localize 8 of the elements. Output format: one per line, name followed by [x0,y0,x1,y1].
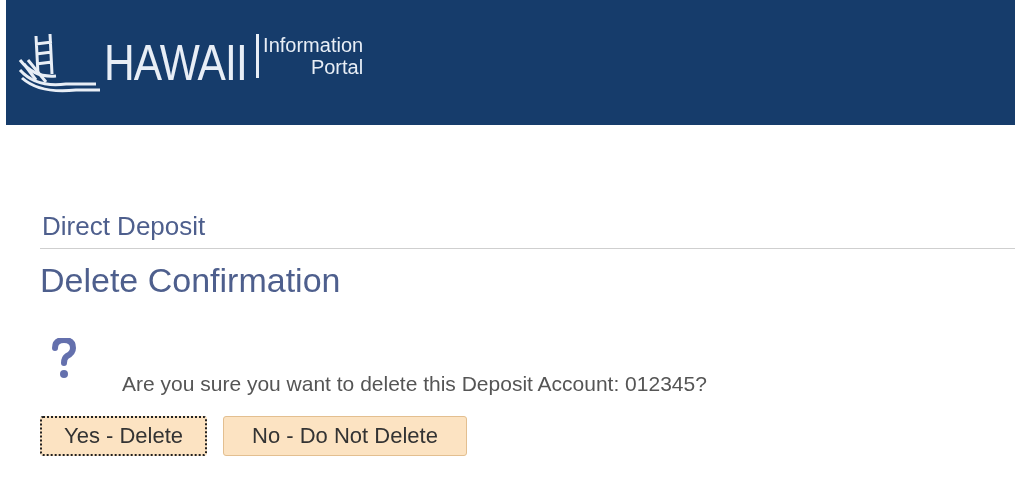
question-mark-icon [52,338,76,380]
cancel-button[interactable]: No - Do Not Delete [223,416,467,456]
logo-subtitle: Information Portal [256,33,364,78]
logo-text: HAWAII [104,33,247,92]
page-title: Delete Confirmation [40,261,342,300]
section-heading: Direct Deposit [40,211,1015,249]
confirm-button[interactable]: Yes - Delete [40,416,208,456]
confirmation-message: Are you sure you want to delete this Deposit Account: 012345? [122,372,708,396]
